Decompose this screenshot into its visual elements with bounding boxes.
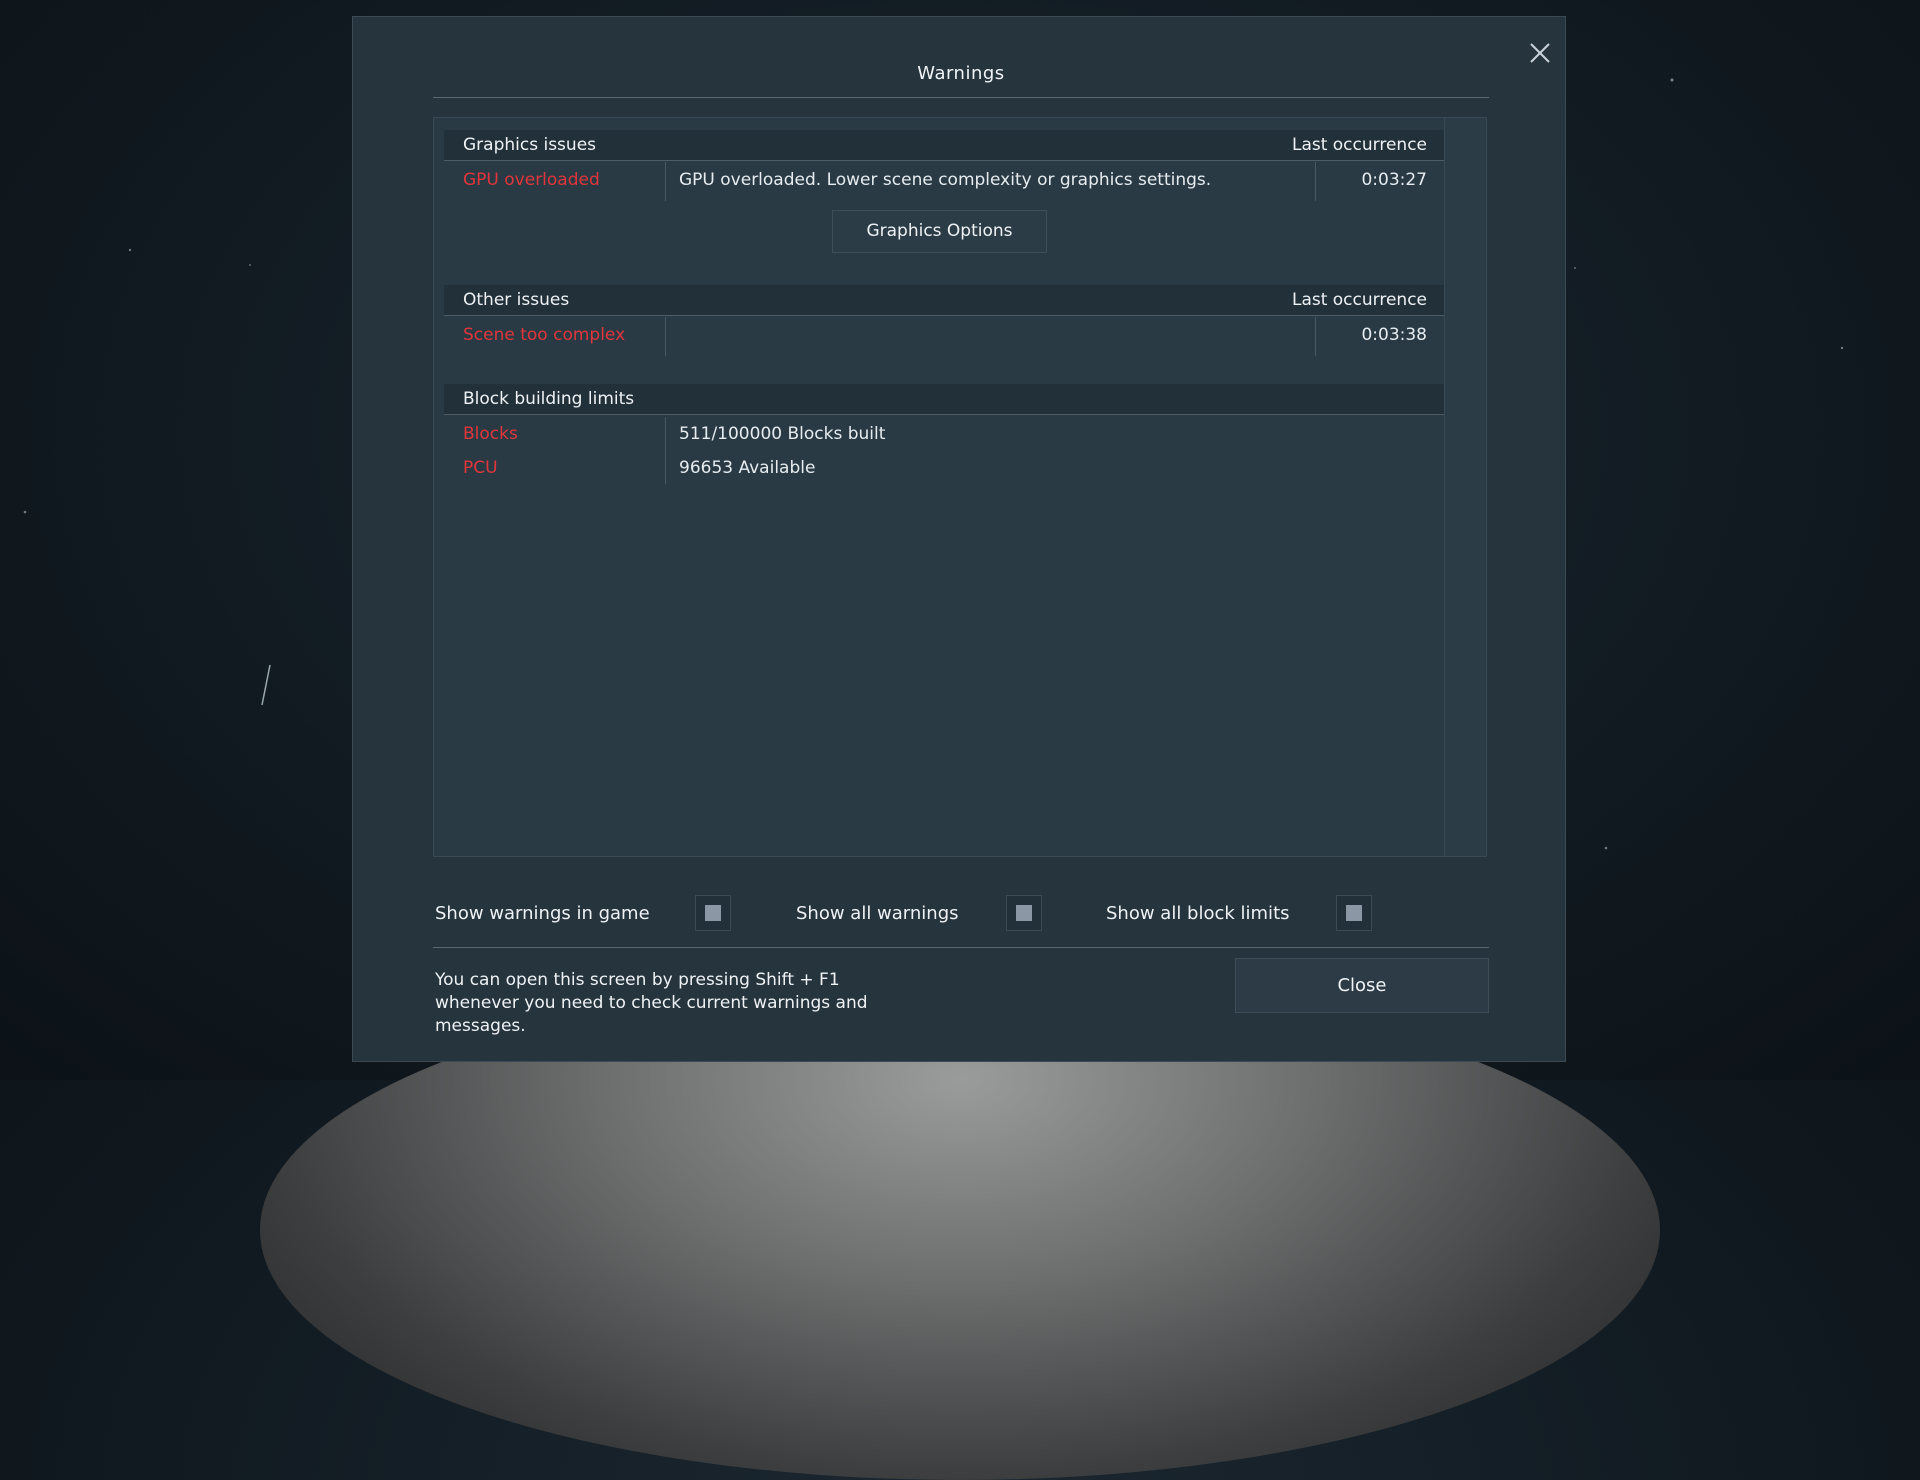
column-divider [665,317,666,356]
section-header-other: Other issues Last occurrence [444,285,1444,316]
warning-name: Scene too complex [463,325,626,345]
scrollbar[interactable] [1444,118,1486,856]
column-divider [665,162,666,201]
show-all-block-limits-checkbox[interactable] [1336,895,1372,931]
warning-row-gpu-overloaded: GPU overloaded GPU overloaded. Lower sce… [444,161,1444,197]
column-divider [665,417,666,484]
warning-row-scene-too-complex: Scene too complex 0:03:38 [444,316,1444,352]
limit-row-blocks: Blocks 511/100000 Blocks built [444,415,1444,451]
title-divider [433,97,1489,98]
warnings-dialog: Warnings Graphics issues Last occurrence… [352,16,1566,1062]
show-warnings-in-game-checkbox[interactable] [695,895,731,931]
dialog-title: Warnings [917,63,1005,84]
shortcut-hint-text: You can open this screen by pressing Shi… [435,970,868,1036]
warning-time: 0:03:27 [1361,170,1427,190]
limit-value: 511/100000 Blocks built [679,424,886,444]
show-all-block-limits-label: Show all block limits [1106,903,1290,924]
footer-divider [433,947,1489,948]
column-divider [1315,317,1316,356]
graphics-options-button[interactable]: Graphics Options [832,210,1047,253]
section-header-graphics: Graphics issues Last occurrence [444,130,1444,161]
warning-name: GPU overloaded [463,170,600,190]
limit-value: 96653 Available [679,458,816,478]
warning-time: 0:03:38 [1361,325,1427,345]
show-all-warnings-checkbox[interactable] [1006,895,1042,931]
section-title: Other issues [463,290,570,310]
limit-row-pcu: PCU 96653 Available [444,449,1444,485]
show-warnings-in-game-label: Show warnings in game [435,903,650,924]
limit-name: Blocks [463,424,518,444]
last-occurrence-header: Last occurrence [1291,135,1427,155]
warnings-list-panel: Graphics issues Last occurrence GPU over… [433,117,1487,857]
limit-name: PCU [463,458,498,478]
section-title: Block building limits [463,389,635,409]
close-icon[interactable] [1520,33,1560,73]
last-occurrence-header: Last occurrence [1291,290,1427,310]
close-button[interactable]: Close [1235,958,1489,1013]
section-header-block-limits: Block building limits [444,384,1444,415]
warning-message: GPU overloaded. Lower scene complexity o… [679,170,1212,190]
column-divider [1315,162,1316,201]
section-title: Graphics issues [463,135,597,155]
options-row: Show warnings in game Show all warnings … [433,895,1489,935]
show-all-warnings-label: Show all warnings [796,903,959,924]
